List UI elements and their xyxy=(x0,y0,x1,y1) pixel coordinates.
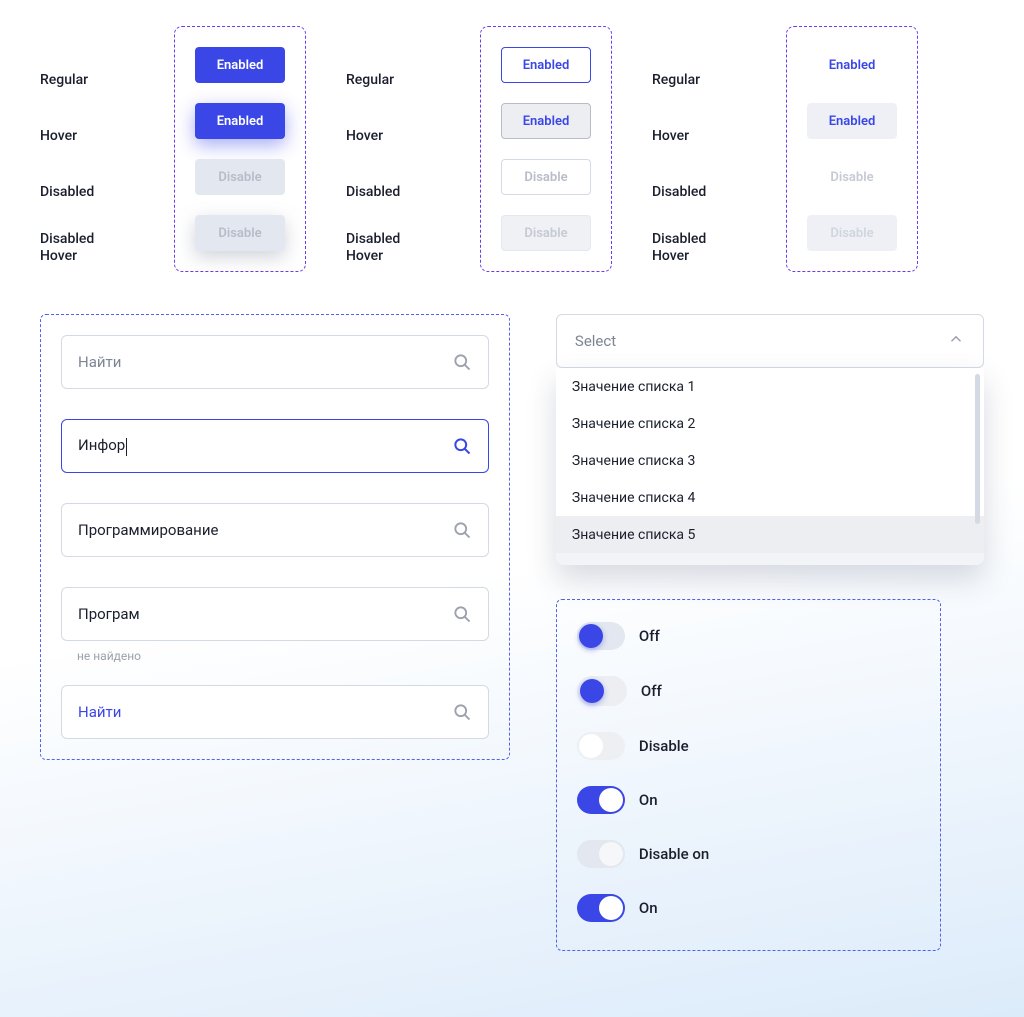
state-labels: Regular Hover Disabled Disabled Hover xyxy=(652,26,746,272)
label-hover: Hover xyxy=(346,118,440,154)
input-value: Инфор xyxy=(78,436,452,455)
ghost-hover-button[interactable]: Enabled xyxy=(807,103,897,139)
label-disabled-hover: Disabled Hover xyxy=(346,230,440,266)
label-disabled: Disabled xyxy=(346,174,440,210)
label-hover: Hover xyxy=(40,118,134,154)
toggle-label: Disable xyxy=(639,737,689,755)
outline-disabled-button: Disable xyxy=(501,159,591,195)
ghost-disabled-hover-button: Disable xyxy=(807,215,897,251)
toggle-disabled-off xyxy=(577,732,625,760)
not-found-hint: не найдено xyxy=(77,649,489,663)
select-option[interactable]: Значение списка 4 xyxy=(556,479,984,516)
search-input-filled[interactable]: Программирование xyxy=(61,503,489,557)
toggle-on-hover[interactable] xyxy=(577,894,625,922)
outline-regular-button[interactable]: Enabled xyxy=(501,47,591,83)
search-input-typing[interactable]: Инфор xyxy=(61,419,489,473)
toggle-label: On xyxy=(639,899,658,917)
scrollbar[interactable] xyxy=(975,374,980,524)
label-hover: Hover xyxy=(652,118,746,154)
toggle-on[interactable] xyxy=(577,786,625,814)
outline-hover-button[interactable]: Enabled xyxy=(501,103,591,139)
buttons-section: Regular Hover Disabled Disabled Hover En… xyxy=(0,0,1024,294)
select-trigger[interactable]: Select xyxy=(556,314,984,368)
toggle-label: On xyxy=(639,791,658,809)
label-regular: Regular xyxy=(652,62,746,98)
search-icon xyxy=(452,352,472,372)
search-icon xyxy=(452,604,472,624)
label-disabled: Disabled xyxy=(40,174,134,210)
state-labels: Regular Hover Disabled Disabled Hover xyxy=(40,26,134,272)
primary-buttons: Enabled Enabled Disable Disable xyxy=(174,26,306,272)
ghost-regular-button[interactable]: Enabled xyxy=(807,47,897,83)
outline-buttons: Enabled Enabled Disable Disable xyxy=(480,26,612,272)
primary-regular-button[interactable]: Enabled xyxy=(195,47,285,83)
primary-disabled-hover-button: Disable xyxy=(195,215,285,251)
dropdown-tail xyxy=(556,553,984,565)
input-value: Програм xyxy=(78,605,452,623)
search-input-empty[interactable]: Найти xyxy=(61,335,489,389)
toggle-label: Disable on xyxy=(639,845,709,863)
label-regular: Regular xyxy=(40,62,134,98)
input-value: Программирование xyxy=(78,521,452,539)
toggle-off[interactable] xyxy=(577,622,625,650)
select-option[interactable]: Значение списка 3 xyxy=(556,442,984,479)
label-disabled-hover: Disabled Hover xyxy=(40,230,134,266)
search-icon xyxy=(452,702,472,722)
search-input-notfound[interactable]: Програм xyxy=(61,587,489,641)
select-option[interactable]: Значение списка 2 xyxy=(556,405,984,442)
primary-disabled-button: Disable xyxy=(195,159,285,195)
state-labels: Regular Hover Disabled Disabled Hover xyxy=(346,26,440,272)
toggle-off-hover[interactable] xyxy=(577,676,627,706)
placeholder-text: Найти xyxy=(78,353,452,371)
toggle-label: Off xyxy=(639,627,660,645)
label-disabled: Disabled xyxy=(652,174,746,210)
ghost-disabled-button: Disable xyxy=(807,159,897,195)
search-icon xyxy=(452,520,472,540)
label-disabled-hover: Disabled Hover xyxy=(652,230,746,266)
toggle-label: Off xyxy=(641,682,662,700)
toggle-disabled-on xyxy=(577,840,625,868)
ghost-buttons: Enabled Enabled Disable Disable xyxy=(786,26,918,272)
select-option-hover[interactable]: Значение списка 5 xyxy=(556,516,984,553)
select-dropdown: Значение списка 1 Значение списка 2 Знач… xyxy=(556,368,984,565)
search-fields-panel: Найти Инфор Программирование Програм xyxy=(40,314,510,760)
outline-disabled-hover-button: Disable xyxy=(501,215,591,251)
primary-hover-button[interactable]: Enabled xyxy=(195,103,285,139)
select-placeholder: Select xyxy=(575,332,616,350)
placeholder-text: Найти xyxy=(78,703,452,721)
search-input-alt-empty[interactable]: Найти xyxy=(61,685,489,739)
select-component: Select Значение списка 1 Значение списка… xyxy=(556,314,984,565)
chevron-up-icon xyxy=(947,330,965,352)
toggles-panel: Off Off Disable On Disable on On xyxy=(556,599,941,951)
select-option[interactable]: Значение списка 1 xyxy=(556,368,984,405)
label-regular: Regular xyxy=(346,62,440,98)
search-icon xyxy=(452,436,472,456)
